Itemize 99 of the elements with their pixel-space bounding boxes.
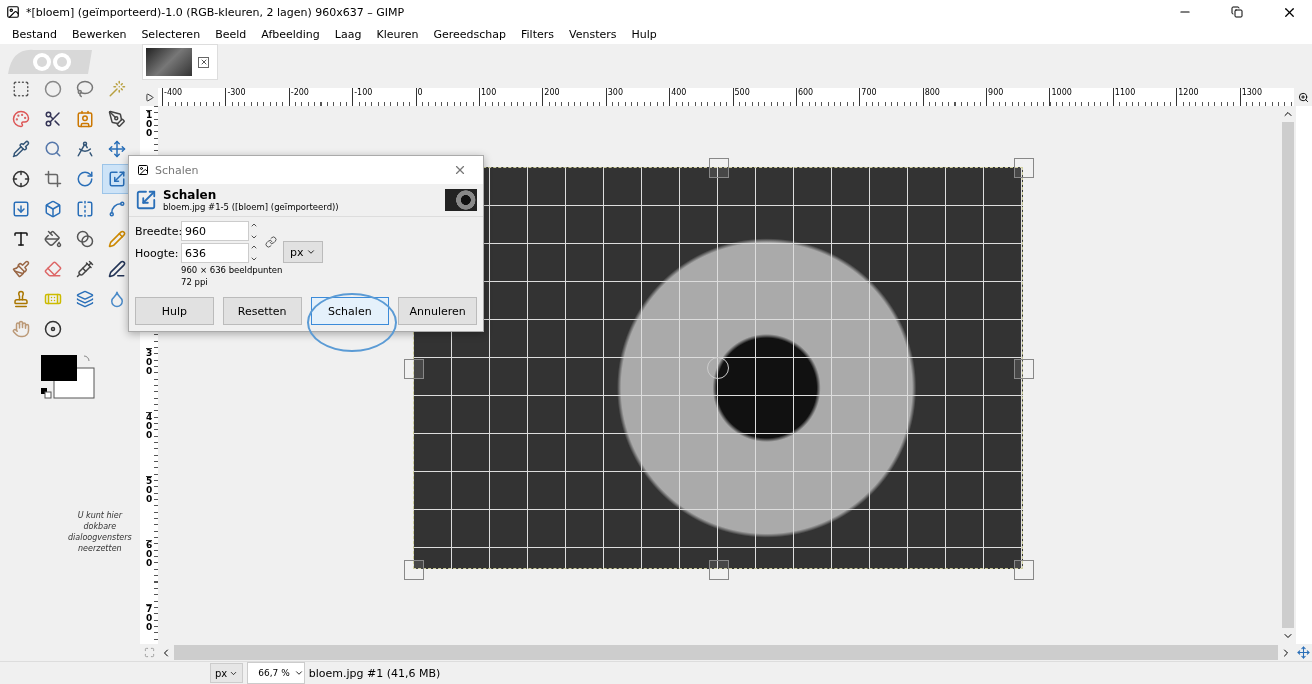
person-icon	[76, 110, 94, 128]
dashed-frame-icon	[143, 647, 155, 658]
ruler-label: 500	[145, 476, 153, 504]
menu-item[interactable]: Vensters	[561, 24, 624, 44]
menu-item[interactable]: Afbeelding	[253, 24, 327, 44]
spin-up-icon[interactable]	[250, 221, 258, 229]
dashed-square-icon	[12, 80, 30, 98]
dialog-button[interactable]: Resetten	[222, 297, 302, 325]
app-icon	[6, 5, 20, 19]
transform-handle[interactable]	[1014, 359, 1034, 379]
rotate-icon	[76, 170, 94, 188]
chevron-down-icon	[305, 247, 316, 257]
thumbnail-placeholder	[146, 48, 192, 76]
spin-up-icon[interactable]	[250, 243, 258, 251]
app-icon	[137, 164, 149, 176]
field-label: Breedte:	[135, 224, 181, 238]
spin-down-icon[interactable]	[250, 255, 258, 263]
dialog-button[interactable]: Schalen	[310, 297, 390, 325]
restore-icon	[1231, 6, 1243, 18]
circle-icon	[44, 80, 62, 98]
bucket-icon	[44, 230, 62, 248]
dialog-heading: Schalen	[163, 188, 218, 202]
dialog-subtitle: bloem.jpg #1-5 ([bloem] (geïmporteerd))	[163, 202, 340, 212]
window-title: *[bloem] (geïmporteerd)-1.0 (RGB-kleuren, 2 lagen) 960x637 – GIMP	[26, 5, 406, 19]
flip-icon	[76, 200, 94, 218]
menu-item[interactable]: Filters	[513, 24, 561, 44]
transform-handle[interactable]	[709, 158, 729, 178]
chevron-down-icon	[293, 668, 304, 678]
ruler-label: 300	[145, 348, 153, 376]
thumbnail-placeholder	[445, 189, 477, 211]
dialog-button[interactable]: Annuleren	[398, 297, 477, 325]
compass-icon	[76, 140, 94, 158]
scrollbar-thumb[interactable]	[1282, 122, 1294, 628]
scale-icon	[135, 189, 157, 211]
pipette-icon	[12, 140, 30, 158]
palette-icon	[12, 110, 30, 128]
transform-handle[interactable]	[404, 560, 424, 580]
number-field[interactable]: 960	[181, 221, 249, 241]
pen-icon	[108, 110, 126, 128]
scrollbar-thumb[interactable]	[174, 645, 1278, 660]
scale-icon	[108, 170, 126, 188]
unit-dropdown[interactable]: px	[210, 663, 244, 683]
wand-icon	[108, 80, 126, 98]
color-swatch-drawing	[40, 354, 96, 400]
zoom-icon	[1297, 91, 1309, 103]
menu-item[interactable]: Hulp	[623, 24, 664, 44]
dialog-title: Schalen	[155, 163, 200, 177]
droplet-icon	[108, 290, 126, 308]
four-arrows-icon	[1296, 646, 1310, 659]
letter-icon	[12, 230, 30, 248]
dialog-button[interactable]: Hulp	[135, 297, 214, 325]
triangle-icon	[144, 92, 154, 102]
ruler-label: 400	[145, 412, 153, 440]
transform-handle[interactable]	[1014, 158, 1034, 178]
eraser-icon	[44, 260, 62, 278]
transform-handle[interactable]	[709, 560, 729, 580]
disc-icon	[44, 320, 62, 338]
chain-link-icon[interactable]	[265, 236, 277, 248]
syringe-icon	[76, 260, 94, 278]
ruler-label: 100	[145, 110, 153, 138]
info-text: 72 ppi	[181, 277, 209, 287]
stamp-icon	[12, 290, 30, 308]
info-text: 960 × 636 beeldpunten	[181, 265, 284, 275]
menu-item[interactable]: Beeld	[207, 24, 254, 44]
zoom-dropdown[interactable]: 66,7 %	[247, 662, 305, 684]
field-label: Hoogte:	[135, 246, 180, 260]
four-arrows-icon	[108, 140, 126, 158]
ink-pen-icon	[108, 260, 126, 278]
menu-item[interactable]: Selecteren	[133, 24, 208, 44]
dock-hint-text: U kunt hier dokbare dialoogvensters neerzetten	[68, 510, 132, 554]
menu-item[interactable]: Bestand	[4, 24, 65, 44]
crosshair-icon	[12, 170, 30, 188]
close-icon	[199, 58, 208, 66]
menu-item[interactable]: Laag	[326, 24, 369, 44]
menu-item[interactable]: Gereedschap	[425, 24, 514, 44]
curve-icon	[108, 200, 126, 218]
menu-item[interactable]: Bewerken	[64, 24, 134, 44]
brush-icon	[12, 260, 30, 278]
spin-down-icon[interactable]	[250, 233, 258, 241]
unit-dropdown[interactable]: px	[283, 241, 323, 263]
hand-icon	[12, 320, 30, 338]
close-icon	[453, 163, 467, 177]
number-field[interactable]: 636	[181, 243, 249, 263]
magnifier-icon	[44, 140, 62, 158]
transform-handle[interactable]	[1014, 560, 1034, 580]
close-button[interactable]	[198, 56, 209, 68]
status-text: bloem.jpg #1 (41,6 MB)	[308, 666, 441, 680]
pencil-icon	[108, 230, 126, 248]
layers-icon	[76, 290, 94, 308]
transform-handle[interactable]	[404, 359, 424, 379]
box-icon	[44, 200, 62, 218]
ruler-label: 600	[145, 540, 153, 568]
scissors-icon	[44, 110, 62, 128]
lasso-icon	[76, 80, 94, 98]
gradient-icon	[76, 230, 94, 248]
image-tab[interactable]	[142, 44, 218, 80]
ruler-label: 700	[145, 604, 153, 632]
menu-item[interactable]: Kleuren	[368, 24, 426, 44]
crop-icon	[44, 170, 62, 188]
